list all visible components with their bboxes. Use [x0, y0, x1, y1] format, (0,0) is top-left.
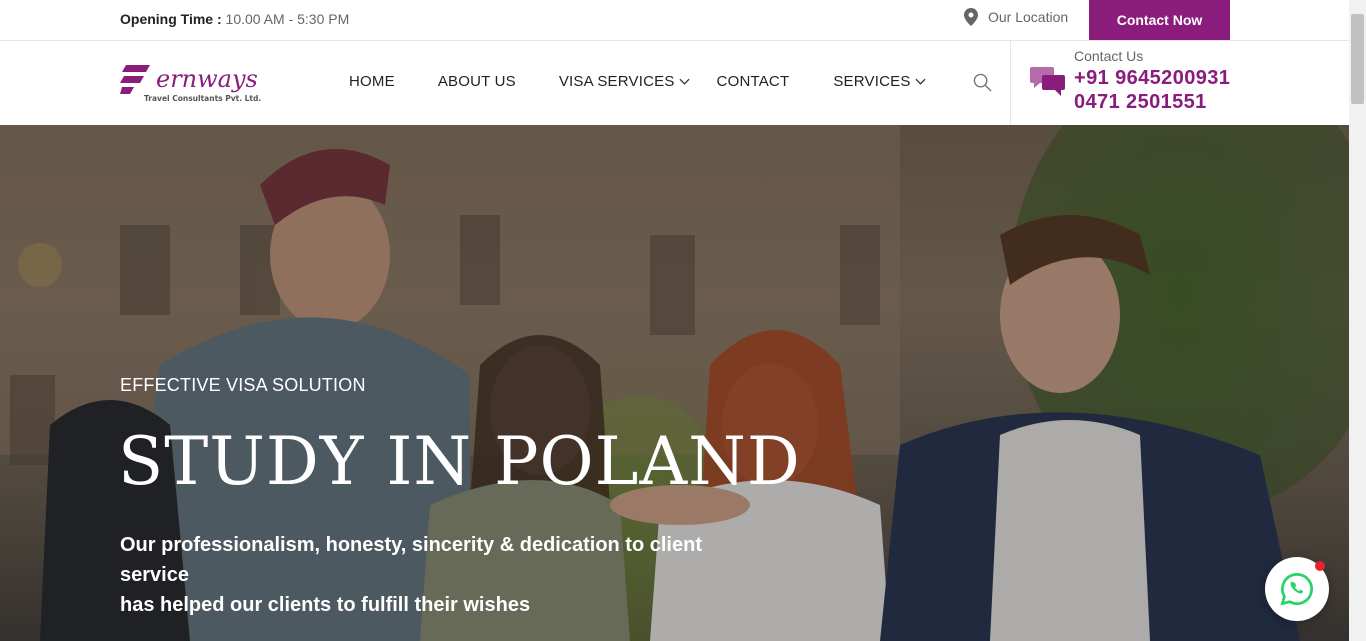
nav-about-us[interactable]: ABOUT US: [438, 73, 516, 90]
contact-us-label: Contact Us: [1074, 48, 1144, 64]
nav-home-label: HOME: [349, 73, 395, 90]
hero-description-line-1: Our professionalism, honesty, sincerity …: [120, 534, 702, 586]
chevron-down-icon: [679, 78, 690, 85]
hero-title: STUDY IN POLAND: [118, 423, 801, 500]
nav-home[interactable]: HOME: [349, 73, 395, 90]
map-pin-icon: [964, 8, 978, 26]
opening-time-label: Opening Time :: [120, 11, 222, 27]
nav-visa-services-label: VISA SERVICES: [558, 73, 675, 90]
svg-text:Travel Consultants Pvt. Ltd.: Travel Consultants Pvt. Ltd.: [144, 94, 261, 103]
main-header: ernways Travel Consultants Pvt. Ltd. HOM…: [0, 41, 1349, 125]
nav-about-us-label: ABOUT US: [437, 73, 516, 90]
opening-time-value: 10.00 AM - 5:30 PM: [225, 11, 350, 27]
nav-contact[interactable]: CONTACT: [717, 73, 790, 90]
whatsapp-notification-dot: [1315, 561, 1325, 571]
phone-number-landline[interactable]: 0471 2501551: [1074, 91, 1207, 114]
opening-time: Opening Time : 10.00 AM - 5:30 PM: [120, 11, 349, 27]
phone-number-mobile[interactable]: +91 9645200931: [1074, 67, 1230, 90]
nav-services-label: SERVICES: [833, 73, 911, 90]
hero-banner: EFFECTIVE VISA SOLUTION STUDY IN POLAND …: [0, 125, 1349, 641]
nav-contact-label: CONTACT: [716, 73, 790, 90]
nav-visa-services[interactable]: VISA SERVICES: [559, 73, 690, 90]
hero-eyebrow: EFFECTIVE VISA SOLUTION: [120, 375, 366, 395]
top-bar: Opening Time : 10.00 AM - 5:30 PM Our Lo…: [0, 0, 1349, 41]
chat-bubbles-icon: [1030, 67, 1065, 96]
hero-description-line-2: has helped our clients to fulfill their …: [120, 594, 531, 616]
nav-services[interactable]: SERVICES: [833, 73, 926, 90]
main-nav: HOME ABOUT US VISA SERVICES CONTACT SERV…: [349, 73, 926, 90]
chevron-down-icon: [914, 78, 926, 85]
svg-text:ernways: ernways: [156, 65, 258, 93]
search-icon[interactable]: [973, 73, 992, 92]
our-location-label: Our Location: [988, 9, 1069, 25]
contact-now-button[interactable]: Contact Now: [1089, 0, 1230, 40]
scrollbar-thumb[interactable]: [1351, 14, 1364, 104]
header-divider: [1010, 41, 1011, 125]
hero-description: Our professionalism, honesty, sincerity …: [120, 530, 760, 620]
fernways-logo[interactable]: ernways Travel Consultants Pvt. Ltd.: [120, 61, 280, 105]
our-location-link[interactable]: Our Location: [964, 8, 1068, 26]
whatsapp-icon: [1280, 573, 1313, 606]
